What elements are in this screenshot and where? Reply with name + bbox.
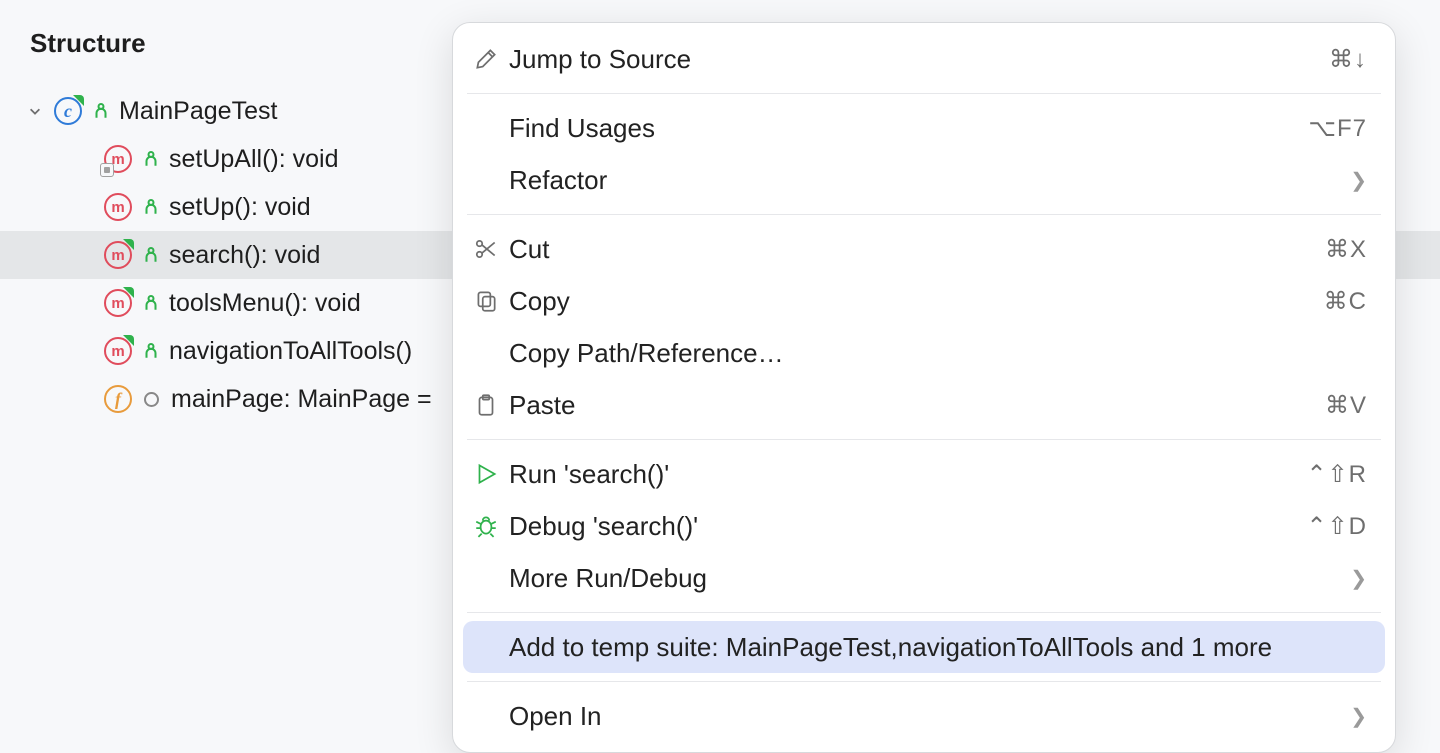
visibility-public-icon: [142, 150, 160, 168]
menu-shortcut: ⌘↓: [1329, 45, 1367, 74]
test-method-icon: m: [104, 337, 132, 365]
tree-item-label: mainPage: MainPage =: [171, 385, 432, 414]
tree-item-label: search(): void: [169, 241, 320, 270]
menu-separator: [467, 681, 1381, 682]
copy-icon: [469, 284, 503, 318]
menu-item-jump-to-source[interactable]: Jump to Source ⌘↓: [453, 33, 1395, 85]
menu-shortcut: ⌘X: [1325, 235, 1367, 264]
context-menu: Jump to Source ⌘↓ Find Usages ⌥F7 Refact…: [452, 22, 1396, 753]
visibility-public-icon: [92, 102, 110, 120]
visibility-public-icon: [142, 294, 160, 312]
menu-item-more-run-debug[interactable]: More Run/Debug ❯: [453, 552, 1395, 604]
menu-label: Paste: [509, 390, 1325, 421]
class-icon: c: [54, 97, 82, 125]
method-icon: m: [104, 145, 132, 173]
menu-label: Jump to Source: [509, 44, 1329, 75]
test-method-icon: m: [104, 289, 132, 317]
visibility-public-icon: [142, 246, 160, 264]
menu-shortcut: ⌘C: [1324, 287, 1367, 316]
menu-item-refactor[interactable]: Refactor ❯: [453, 154, 1395, 206]
menu-label: Copy: [509, 286, 1324, 317]
menu-item-open-in[interactable]: Open In ❯: [453, 690, 1395, 742]
menu-item-copy-path[interactable]: Copy Path/Reference…: [453, 327, 1395, 379]
tree-item-label: setUpAll(): void: [169, 145, 339, 174]
scissors-icon: [469, 232, 503, 266]
chevron-down-icon[interactable]: [26, 102, 44, 120]
chevron-right-icon: ❯: [1350, 168, 1367, 193]
menu-shortcut: ⌃⇧R: [1306, 460, 1367, 489]
menu-label: Debug 'search()': [509, 511, 1306, 542]
tree-item-label: setUp(): void: [169, 193, 311, 222]
chevron-right-icon: ❯: [1350, 566, 1367, 591]
menu-label: Open In: [509, 701, 1350, 732]
menu-separator: [467, 214, 1381, 215]
clipboard-icon: [469, 388, 503, 422]
tree-item-label: navigationToAllTools(): [169, 337, 412, 366]
field-icon: f: [104, 385, 132, 413]
menu-item-cut[interactable]: Cut ⌘X: [453, 223, 1395, 275]
play-icon: [469, 457, 503, 491]
menu-shortcut: ⌘V: [1325, 391, 1367, 420]
menu-label: Run 'search()': [509, 459, 1306, 490]
menu-item-run[interactable]: Run 'search()' ⌃⇧R: [453, 448, 1395, 500]
visibility-package-icon: [144, 392, 159, 407]
visibility-public-icon: [142, 198, 160, 216]
menu-label: Cut: [509, 234, 1325, 265]
tree-root-label: MainPageTest: [119, 97, 277, 126]
bug-icon: [469, 509, 503, 543]
menu-separator: [467, 439, 1381, 440]
menu-label: Copy Path/Reference…: [509, 338, 1367, 369]
pencil-icon: [469, 42, 503, 76]
menu-label: Refactor: [509, 165, 1350, 196]
menu-shortcut: ⌃⇧D: [1306, 512, 1367, 541]
menu-item-copy[interactable]: Copy ⌘C: [453, 275, 1395, 327]
menu-label: Find Usages: [509, 113, 1308, 144]
menu-item-debug[interactable]: Debug 'search()' ⌃⇧D: [453, 500, 1395, 552]
menu-separator: [467, 93, 1381, 94]
menu-separator: [467, 612, 1381, 613]
menu-item-find-usages[interactable]: Find Usages ⌥F7: [453, 102, 1395, 154]
method-icon: m: [104, 193, 132, 221]
menu-label: Add to temp suite: MainPageTest,navigati…: [509, 632, 1367, 663]
menu-shortcut: ⌥F7: [1308, 114, 1367, 143]
visibility-public-icon: [142, 342, 160, 360]
menu-item-paste[interactable]: Paste ⌘V: [453, 379, 1395, 431]
chevron-right-icon: ❯: [1350, 704, 1367, 729]
menu-item-add-to-temp-suite[interactable]: Add to temp suite: MainPageTest,navigati…: [463, 621, 1385, 673]
menu-label: More Run/Debug: [509, 563, 1350, 594]
tree-item-label: toolsMenu(): void: [169, 289, 361, 318]
test-method-icon: m: [104, 241, 132, 269]
